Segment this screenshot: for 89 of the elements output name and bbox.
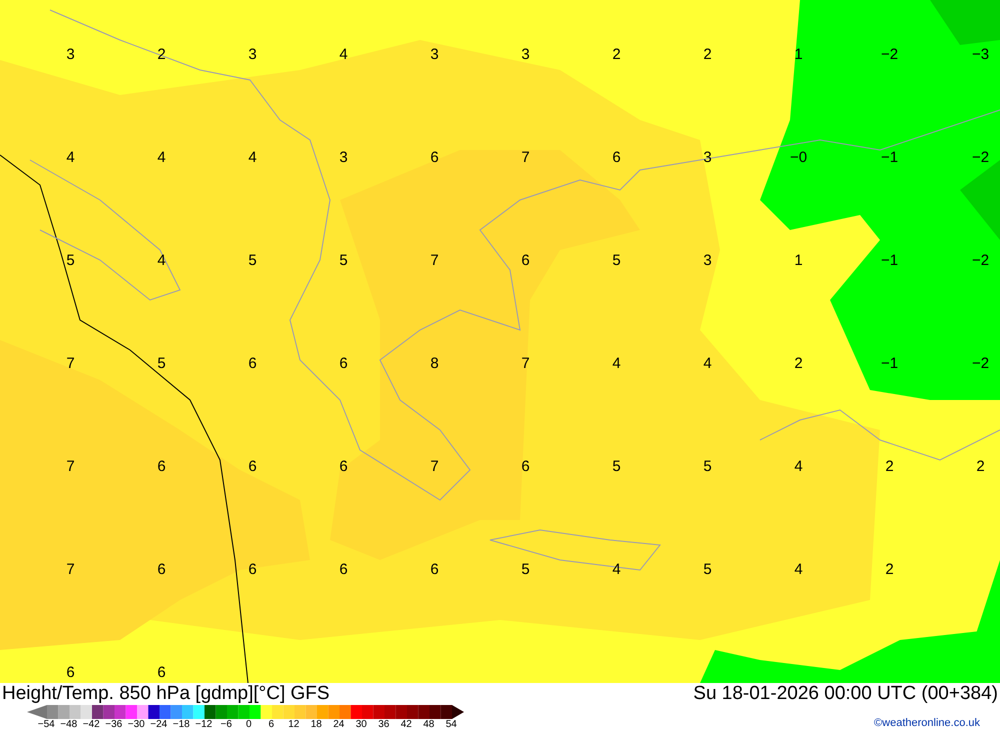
temperature-value: 5 — [157, 356, 166, 371]
temperature-value: 4 — [703, 356, 712, 371]
temperature-value: 6 — [157, 665, 166, 680]
temperature-value: −3 — [972, 47, 990, 62]
temperature-value: 5 — [248, 253, 257, 268]
temperature-value: −1 — [880, 253, 898, 268]
temperature-value: −2 — [880, 47, 898, 62]
temperature-value: 6 — [248, 459, 257, 474]
temperature-value: 2 — [794, 356, 803, 371]
temperature-value: 6 — [339, 356, 348, 371]
scale-tick-label: 0 — [246, 719, 252, 731]
temperature-value: 4 — [157, 253, 166, 268]
temperature-value: 5 — [612, 253, 621, 268]
scale-tick-label: 42 — [400, 719, 412, 731]
temperature-value: −0 — [790, 150, 808, 165]
temperature-value: 6 — [248, 356, 257, 371]
temperature-value: 4 — [157, 150, 166, 165]
temperature-value: 6 — [521, 459, 530, 474]
temperature-value: 6 — [66, 665, 75, 680]
temperature-value: 1 — [794, 47, 803, 62]
valid-date: Su 18-01-2026 00:00 UTC (00+384) — [693, 683, 998, 705]
temperature-value: 4 — [612, 562, 621, 577]
temperature-value: 4 — [794, 562, 803, 577]
temperature-value: −2 — [972, 253, 990, 268]
temperature-value: −2 — [972, 356, 990, 371]
scale-tick-label: −30 — [128, 719, 145, 731]
temperature-value: 3 — [430, 47, 439, 62]
temperature-value: 6 — [157, 459, 166, 474]
temperature-value: 7 — [66, 459, 75, 474]
temperature-value: 3 — [66, 47, 75, 62]
temperature-value: 6 — [339, 562, 348, 577]
credit-link[interactable]: ©weatheronline.co.uk — [874, 717, 980, 729]
scale-tick-label: −24 — [150, 719, 168, 731]
scale-tick-label: 36 — [378, 719, 390, 731]
scale-tick-label: −42 — [82, 719, 100, 731]
temperature-value: 6 — [248, 562, 257, 577]
temperature-value: 5 — [703, 562, 712, 577]
scale-tick-label: −36 — [105, 719, 122, 731]
scale-tick-label: 12 — [288, 719, 300, 731]
temperature-value: 4 — [248, 150, 257, 165]
temperature-value: 7 — [430, 459, 439, 474]
temperature-value: 2 — [885, 459, 894, 474]
temperature-value: 6 — [157, 562, 166, 577]
temperature-value: 3 — [703, 253, 712, 268]
scale-tick-label: 48 — [423, 719, 434, 731]
scale-tick-label: −18 — [172, 719, 190, 731]
temperature-value: 3 — [339, 150, 348, 165]
temperature-value: 7 — [521, 356, 530, 371]
temperature-value: 5 — [521, 562, 530, 577]
temperature-value: −1 — [880, 150, 898, 165]
temperature-value: 2 — [976, 459, 985, 474]
temperature-value: 2 — [157, 47, 166, 62]
temperature-value: 2 — [703, 47, 712, 62]
temperature-value: 6 — [339, 459, 348, 474]
scale-tick-label: 30 — [356, 719, 367, 731]
temperature-value: 7 — [66, 356, 75, 371]
scale-tick-label: −6 — [220, 719, 232, 731]
scale-tick-label: 54 — [446, 719, 457, 731]
temperature-value: 7 — [430, 253, 439, 268]
temperature-value: 5 — [339, 253, 348, 268]
temperature-value: 7 — [521, 150, 530, 165]
temperature-value: 2 — [885, 562, 894, 577]
temperature-value: −2 — [972, 150, 990, 165]
temperature-value: −1 — [880, 356, 898, 371]
temperature-value: 4 — [612, 356, 621, 371]
temperature-value: 5 — [66, 253, 75, 268]
chart-title: Height/Temp. 850 hPa [gdmp][°C] GFS — [2, 683, 330, 705]
scale-tick-label: 18 — [310, 719, 322, 731]
scale-tick-label: −54 — [38, 719, 55, 731]
scale-tick-label: 6 — [268, 719, 274, 731]
temperature-value: 4 — [794, 459, 803, 474]
scale-tick-label: −48 — [60, 719, 78, 731]
temperature-value: 6 — [612, 150, 621, 165]
temperature-value: 3 — [248, 47, 257, 62]
temperature-value: 3 — [521, 47, 530, 62]
scale-tick-label: 24 — [333, 719, 344, 731]
temperature-value: 6 — [430, 150, 439, 165]
temperature-value: 3 — [703, 150, 712, 165]
temperature-value: 5 — [703, 459, 712, 474]
temperature-value: 5 — [612, 459, 621, 474]
temperature-value: 8 — [430, 356, 439, 371]
temperature-value: 6 — [521, 253, 530, 268]
temperature-value: 4 — [339, 47, 348, 62]
temperature-value: 4 — [66, 150, 75, 165]
temperature-value: 1 — [794, 253, 803, 268]
scale-tick-label: −12 — [195, 719, 212, 731]
temperature-value: 7 — [66, 562, 75, 577]
temperature-value: 2 — [612, 47, 621, 62]
temperature-value: 6 — [430, 562, 439, 577]
